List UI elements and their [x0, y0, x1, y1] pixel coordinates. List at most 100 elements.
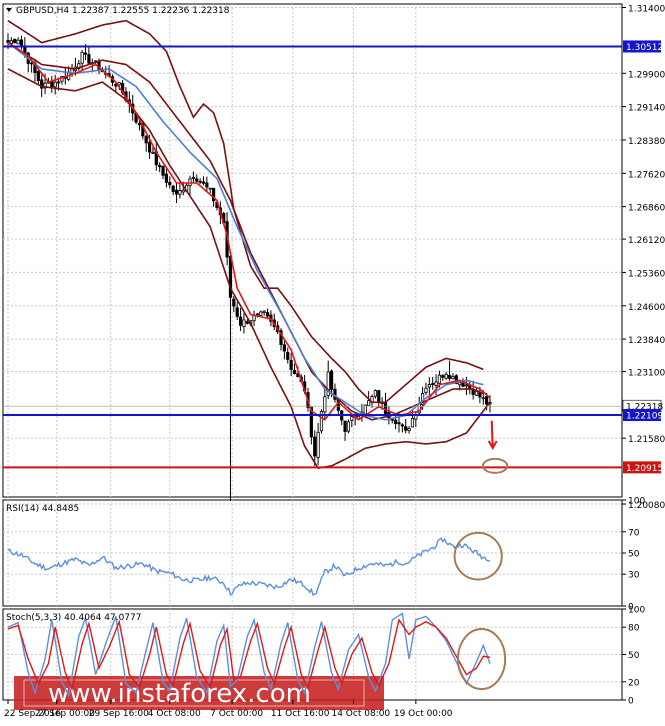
candle-body	[168, 181, 172, 186]
candle-body	[394, 419, 398, 424]
candle-body	[373, 390, 377, 397]
main-y-tick-label: 1.21580	[628, 435, 665, 445]
candle-body	[171, 185, 175, 193]
candle-body	[377, 390, 381, 402]
stoch-y-tick-label: 50	[628, 651, 640, 661]
candle-body	[397, 422, 401, 425]
x-axis-tick-label: 14 Oct 08:00	[331, 709, 390, 719]
candle-body	[404, 426, 408, 431]
x-axis-tick-label: 29 Sep 16:00	[89, 709, 149, 719]
candle-body	[410, 417, 415, 428]
candle-body	[19, 39, 24, 47]
down-arrow-shaft	[490, 420, 494, 448]
forex-chart: 1.31400 1.29900 1.29140 1.28380 1.27620 1.268…	[0, 0, 665, 722]
main-y-tick-label: 1.27620	[628, 170, 665, 180]
level-label: 1.22109	[626, 412, 663, 422]
rsi-y-tick-label: 70	[628, 528, 640, 538]
candle-body	[289, 360, 293, 370]
candle-body	[13, 38, 17, 44]
rsi-y-tick-label: 100	[628, 497, 645, 507]
candle-body	[346, 421, 351, 432]
candle-body	[201, 181, 206, 184]
candle-body	[164, 173, 169, 183]
candle-body	[9, 40, 13, 44]
candle-body	[434, 381, 438, 386]
candle-body	[158, 165, 162, 168]
candle-body	[478, 392, 482, 398]
main-y-tick-label: 1.23840	[628, 336, 665, 346]
rsi-y-tick-label: 50	[628, 550, 640, 560]
candle-body	[191, 177, 195, 179]
candle-body	[80, 51, 84, 64]
candle-body	[252, 315, 256, 322]
rsi-title: RSI(14) 44.8485	[6, 504, 79, 514]
candle-body	[461, 382, 465, 387]
candle-body	[50, 80, 54, 87]
candle-body	[259, 311, 263, 316]
candle-body	[444, 373, 448, 379]
candle-body	[282, 344, 286, 352]
candle-body	[481, 397, 485, 400]
chart-symbol: GBPUSD,H4	[16, 6, 69, 16]
level-label: 1.20915	[626, 464, 663, 474]
main-y-tick-label: 1.24600	[628, 303, 665, 313]
x-axis-tick-label: 19 Oct 00:00	[394, 709, 453, 719]
candle-body	[485, 396, 489, 405]
rsi-y-tick-label: 30	[628, 571, 640, 581]
candle-body	[383, 401, 388, 415]
chart-header: GBPUSD,H4 1.22387 1.22555 1.22236 1.22318	[6, 6, 230, 16]
candle-body	[441, 375, 445, 378]
candle-body	[56, 81, 61, 84]
x-axis-tick-label: 11 Oct 16:00	[271, 709, 330, 719]
candle-body	[36, 70, 40, 81]
stoch-y-tick-label: 80	[628, 624, 640, 634]
main-y-tick-label: 1.31400	[628, 5, 665, 15]
candle-body	[323, 396, 327, 413]
x-axis-tick-label: 7 Oct 00:00	[210, 709, 263, 719]
candle-body	[205, 182, 209, 188]
stoch-y-tick-label: 0	[628, 697, 634, 707]
candle-body	[400, 424, 404, 427]
main-y-tick-label: 1.25360	[628, 269, 665, 279]
candle-body	[238, 316, 243, 326]
candle-body	[350, 416, 354, 421]
candle-body	[198, 180, 202, 183]
main-y-tick-label: 1.26120	[628, 236, 665, 246]
candle-body	[83, 52, 88, 55]
candle-body	[53, 81, 57, 88]
x-axis-tick-label: 4 Oct 08:00	[148, 709, 201, 719]
candle-body	[208, 187, 212, 190]
candle-body	[147, 142, 152, 153]
candle-body	[427, 383, 431, 388]
candle-body	[329, 370, 334, 390]
candle-body	[390, 418, 394, 421]
main-y-tick-label: 1.26860	[628, 204, 665, 214]
x-axis-tick-label: 27 Sep 00:00	[35, 709, 95, 719]
candle-body	[181, 189, 185, 193]
candle-body	[195, 178, 199, 182]
candle-body	[232, 298, 236, 307]
stoch-y-tick-label: 100	[628, 606, 645, 616]
candle-body	[255, 313, 260, 316]
candle-body	[343, 420, 347, 432]
candle-body	[262, 310, 266, 313]
chart-ohlc: 1.22387 1.22555 1.22236 1.22318	[72, 6, 230, 16]
candle-body	[161, 166, 165, 176]
candle-body	[242, 319, 246, 328]
stoch-y-tick-label: 20	[628, 678, 640, 688]
candle-body	[464, 384, 469, 387]
candle-body	[174, 189, 179, 195]
level-label: 1.30512	[626, 43, 663, 53]
candle-body	[16, 39, 20, 45]
candle-body	[87, 54, 91, 64]
main-y-tick-label: 1.23100	[628, 369, 665, 379]
candle-body	[245, 321, 249, 324]
candle-body	[151, 151, 155, 154]
candle-body	[235, 307, 239, 317]
candle-body	[367, 400, 371, 407]
candle-body	[447, 375, 452, 379]
candle-body	[313, 436, 317, 457]
candle-body	[451, 376, 455, 379]
main-y-tick-label: 1.29140	[628, 104, 665, 114]
candle-body	[316, 431, 320, 458]
